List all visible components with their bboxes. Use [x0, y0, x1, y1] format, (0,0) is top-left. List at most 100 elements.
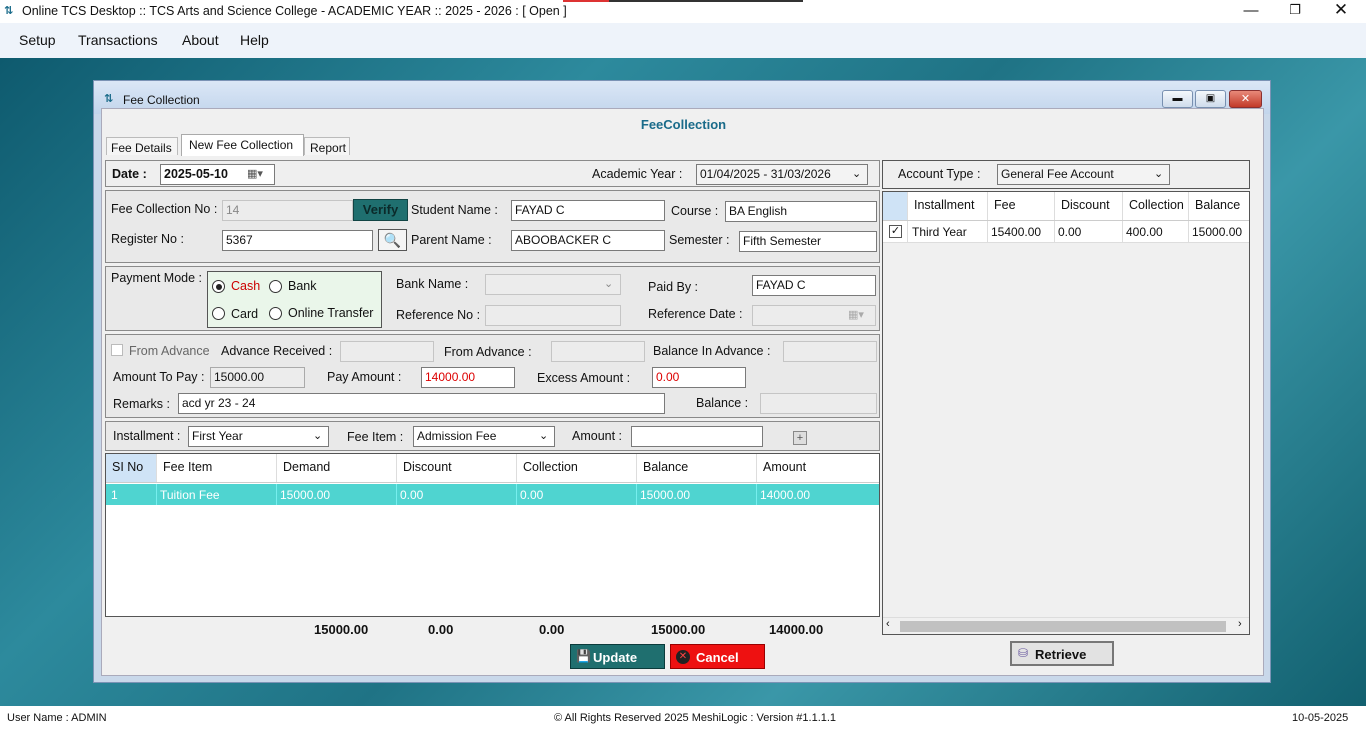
- parent-name-field[interactable]: ABOOBACKER C: [511, 230, 665, 251]
- fee-item-label: Fee Item :: [347, 430, 404, 444]
- reference-date-label: Reference Date :: [648, 307, 743, 321]
- chevron-down-icon: ⌄: [604, 278, 614, 290]
- payment-mode-group: Cash Bank Card Online Transfer: [207, 271, 382, 328]
- child-maximize-icon[interactable]: ▣: [1195, 90, 1226, 108]
- cancel-label: Cancel: [696, 650, 739, 665]
- update-label: Update: [593, 650, 638, 665]
- table-row[interactable]: ✓ Third Year 15400.00 0.00 400.00 15000.…: [883, 221, 1249, 243]
- col-balance[interactable]: Balance: [637, 454, 757, 482]
- excess-amount-label: Excess Amount :: [537, 371, 631, 385]
- row-checkbox[interactable]: ✓: [889, 225, 902, 238]
- cancel-button[interactable]: ✕ Cancel: [670, 644, 765, 669]
- add-icon[interactable]: +: [793, 431, 807, 445]
- student-name-label: Student Name :: [411, 203, 498, 217]
- row-balance: 15000.00: [1192, 225, 1243, 239]
- date-picker[interactable]: 2025-05-10 ▦▾: [160, 164, 275, 185]
- balance-field: [760, 393, 877, 414]
- remarks-label: Remarks :: [113, 397, 170, 411]
- title-divider-accent: [563, 0, 609, 2]
- tab-new-fee-collection[interactable]: New Fee Collection: [181, 134, 304, 156]
- menu-help[interactable]: Help: [240, 32, 269, 48]
- col-discount[interactable]: Discount: [397, 454, 517, 482]
- chevron-down-icon: ⌄: [1154, 168, 1164, 180]
- amount-to-pay-label: Amount To Pay :: [113, 370, 205, 384]
- scroll-right-icon[interactable]: ›: [1238, 618, 1242, 630]
- balance-label: Balance :: [696, 396, 749, 410]
- retrieve-button[interactable]: ⛁ Retrieve: [1010, 641, 1114, 666]
- register-no-field[interactable]: 5367: [222, 230, 373, 251]
- search-icon[interactable]: 🔍: [378, 229, 407, 251]
- cash-radio[interactable]: [212, 280, 225, 293]
- chevron-down-icon: ⌄: [539, 430, 549, 442]
- bank-radio[interactable]: [269, 280, 282, 293]
- reference-date-picker: ▦▾: [752, 305, 876, 326]
- bank-name-select: ⌄: [485, 274, 621, 295]
- online-transfer-radio[interactable]: [269, 307, 282, 320]
- col-balance[interactable]: Balance: [1189, 192, 1249, 220]
- row-collection: 0.00: [517, 484, 637, 505]
- col-si-no[interactable]: SI No: [106, 454, 157, 482]
- col-discount[interactable]: Discount: [1055, 192, 1123, 220]
- col-amount[interactable]: Amount: [757, 454, 879, 482]
- save-icon: 💾: [576, 649, 591, 663]
- status-user: User Name : ADMIN: [7, 712, 107, 724]
- semester-field[interactable]: Fifth Semester: [739, 231, 877, 252]
- fee-item-select[interactable]: Admission Fee ⌄: [413, 426, 555, 447]
- payment-mode-label: Payment Mode :: [111, 271, 203, 285]
- from-advance-checkbox[interactable]: [111, 344, 123, 356]
- update-button[interactable]: 💾 Update: [570, 644, 665, 669]
- card-radio[interactable]: [212, 307, 225, 320]
- academic-year-label: Academic Year :: [592, 167, 683, 181]
- installment-select[interactable]: First Year ⌄: [188, 426, 329, 447]
- paid-by-label: Paid By :: [648, 280, 699, 294]
- child-minimize-icon[interactable]: ▬: [1162, 90, 1193, 108]
- online-transfer-label: Online Transfer: [288, 306, 374, 320]
- col-demand[interactable]: Demand: [277, 454, 397, 482]
- total-discount: 0.00: [428, 622, 454, 637]
- horizontal-scrollbar[interactable]: ‹ ›: [883, 617, 1249, 634]
- scrollbar-thumb[interactable]: [900, 621, 1226, 632]
- pay-amount-label: Pay Amount :: [327, 370, 402, 384]
- col-installment[interactable]: Installment: [908, 192, 988, 220]
- student-name-field[interactable]: FAYAD C: [511, 200, 665, 221]
- menu-about[interactable]: About: [182, 32, 219, 48]
- col-fee[interactable]: Fee: [988, 192, 1055, 220]
- child-logo-icon: ⇅: [104, 93, 114, 105]
- child-close-icon[interactable]: ✕: [1229, 90, 1262, 108]
- remarks-field[interactable]: acd yr 23 - 24: [178, 393, 665, 414]
- window-content: Fee Collection Fee Details New Fee Collec…: [101, 108, 1264, 676]
- paid-by-field[interactable]: FAYAD C: [752, 275, 876, 296]
- calendar-icon: ▦▾: [848, 309, 864, 321]
- menu-transactions[interactable]: Transactions: [78, 32, 158, 48]
- table-row[interactable]: 1 Tuition Fee 15000.00 0.00 0.00 15000.0…: [106, 484, 879, 505]
- installment-value: First Year: [192, 429, 243, 443]
- app-logo-icon: ⇅: [4, 5, 14, 17]
- pay-amount-field[interactable]: 14000.00: [421, 367, 515, 388]
- installment-grid-header: Installment Fee Discount Collection Bala…: [883, 192, 1249, 221]
- amount-section: From Advance Advance Received : From Adv…: [105, 334, 880, 418]
- total-collection: 0.00: [539, 622, 565, 637]
- tab-report[interactable]: Report: [304, 137, 350, 155]
- cash-label: Cash: [231, 279, 261, 293]
- student-info-section: Fee Collection No : 14 Verify Student Na…: [105, 190, 880, 263]
- col-collection[interactable]: Collection: [1123, 192, 1189, 220]
- close-icon[interactable]: ✕: [1321, 0, 1361, 20]
- payment-section: Payment Mode : Cash Bank Card Online Tra…: [105, 266, 880, 331]
- col-fee-item[interactable]: Fee Item: [157, 454, 277, 482]
- calendar-icon[interactable]: ▦▾: [247, 167, 263, 180]
- amount-field[interactable]: [631, 426, 763, 447]
- scroll-left-icon[interactable]: ‹: [886, 618, 890, 630]
- account-type-select[interactable]: General Fee Account ⌄: [997, 164, 1170, 185]
- academic-year-value: 01/04/2025 - 31/03/2026: [700, 167, 831, 181]
- restore-icon[interactable]: ❐: [1275, 2, 1315, 18]
- account-type-section: Account Type : General Fee Account ⌄: [882, 160, 1250, 189]
- row-collection: 400.00: [1123, 221, 1189, 242]
- excess-amount-field[interactable]: 0.00: [652, 367, 746, 388]
- col-collection[interactable]: Collection: [517, 454, 637, 482]
- minimize-icon[interactable]: —: [1231, 2, 1271, 19]
- course-field[interactable]: BA English: [725, 201, 877, 222]
- tab-fee-details[interactable]: Fee Details: [106, 137, 178, 155]
- verify-button[interactable]: Verify: [353, 199, 408, 221]
- academic-year-select[interactable]: 01/04/2025 - 31/03/2026 ⌄: [696, 164, 868, 185]
- menu-setup[interactable]: Setup: [19, 32, 56, 48]
